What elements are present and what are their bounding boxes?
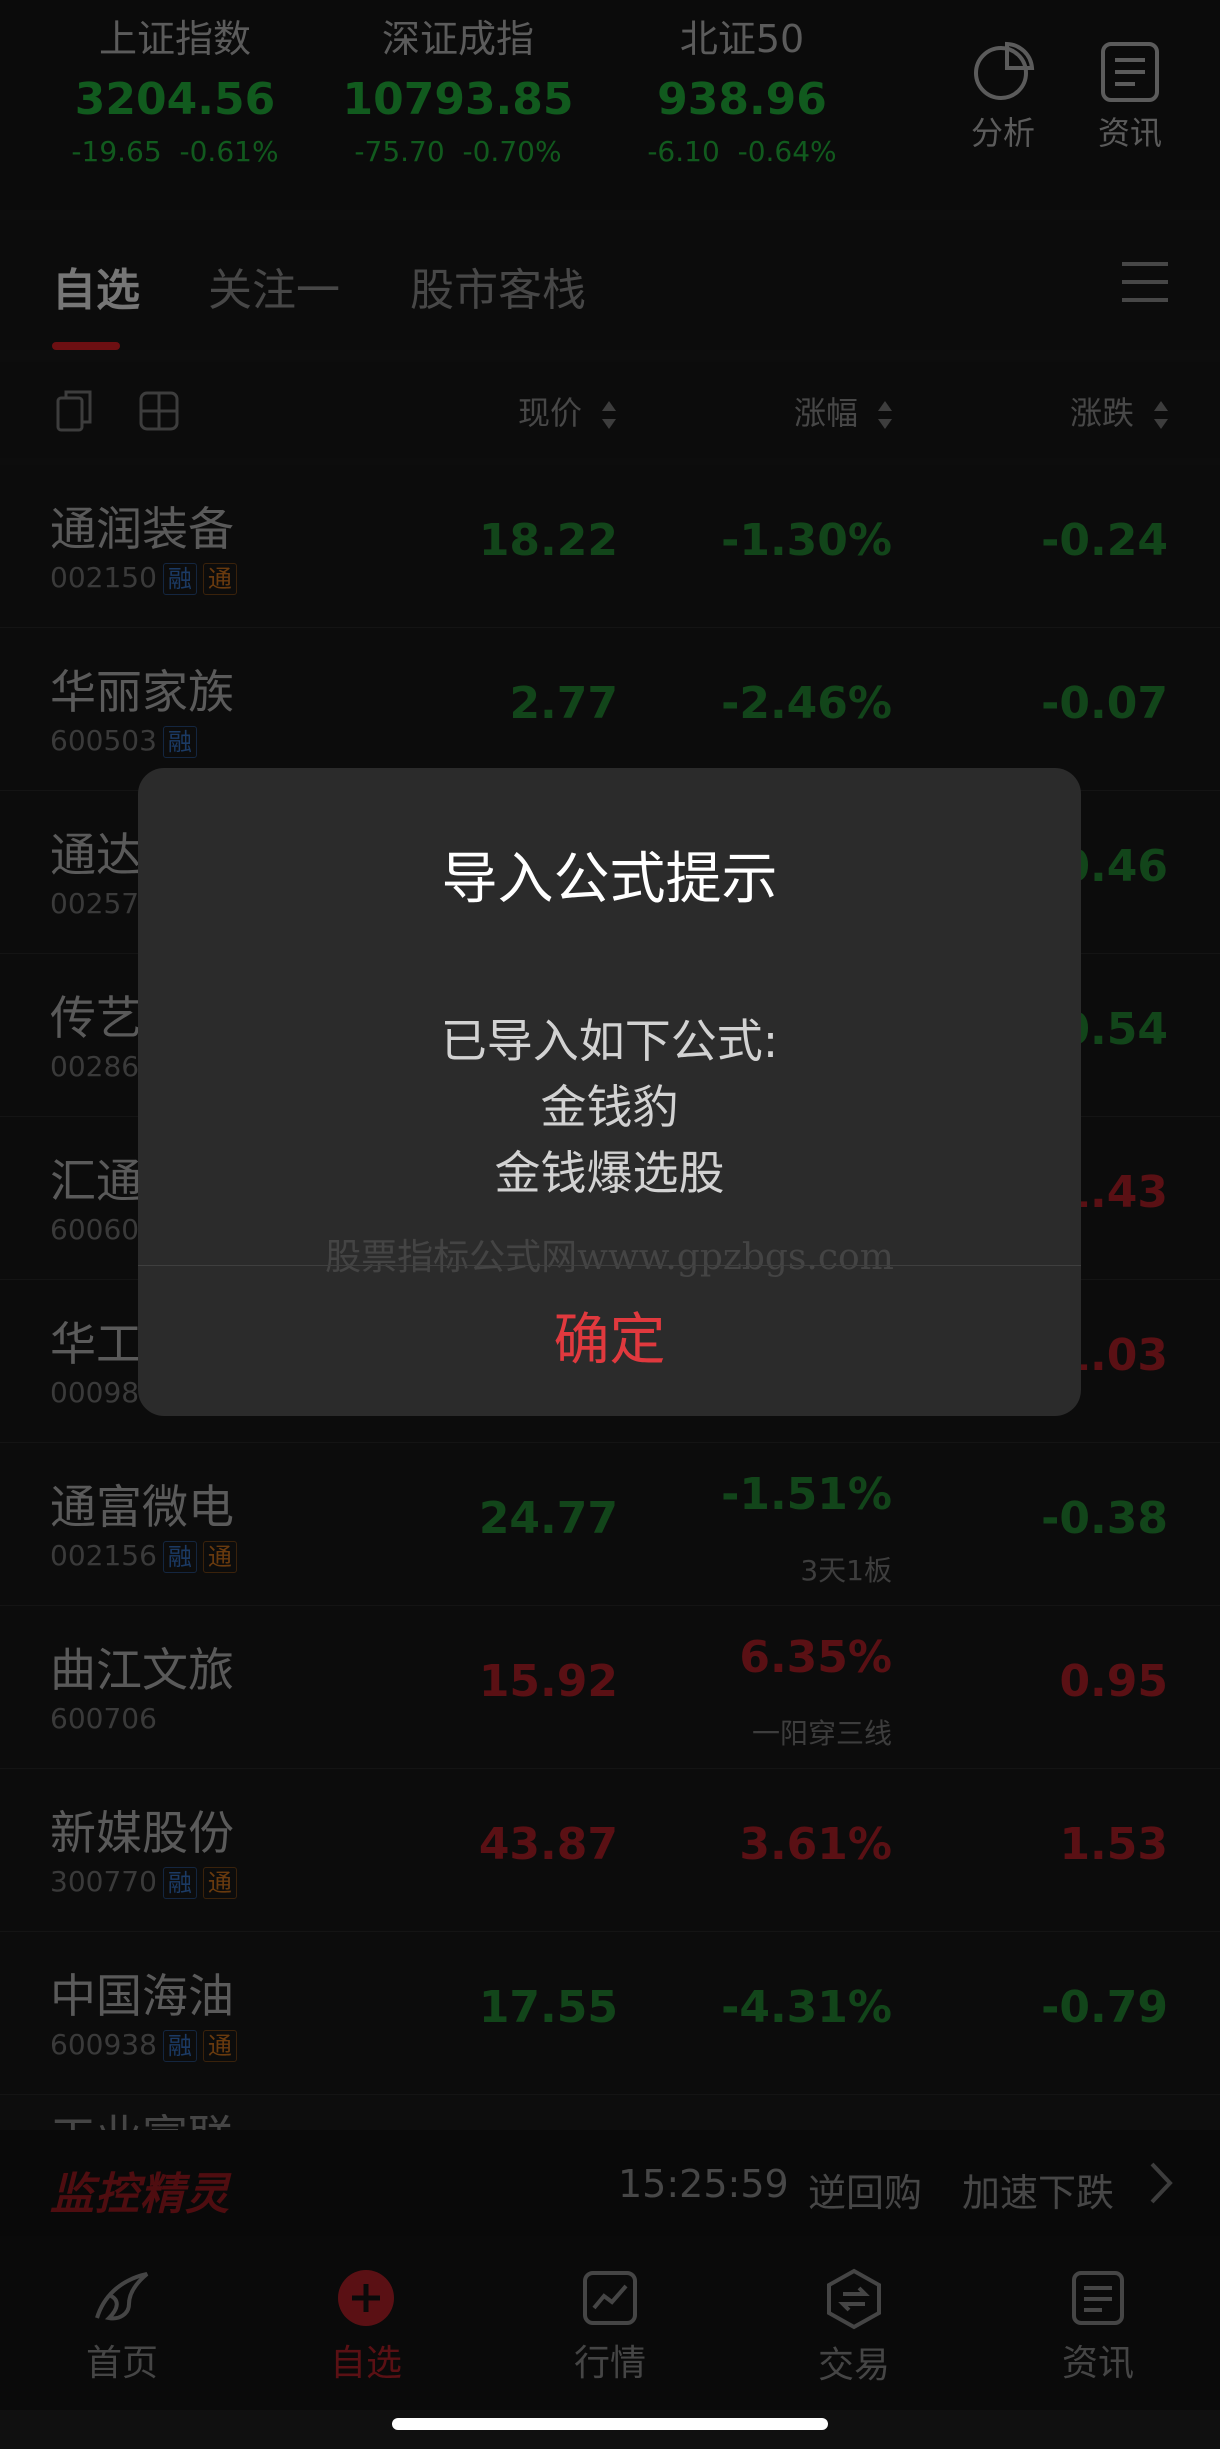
- dialog-message-line: 已导入如下公式:: [440, 1014, 779, 1068]
- dialog-message-line: 金钱爆选股: [494, 1146, 725, 1200]
- app-screen: 上证指数 3204.56 -19.65 -0.61% 深证成指 10793.85…: [0, 0, 1220, 2449]
- dialog-message-line: 金钱豹: [540, 1080, 679, 1134]
- confirm-button[interactable]: 确定: [138, 1265, 1081, 1416]
- dialog-message: 已导入如下公式: 金钱豹 金钱爆选股: [138, 1008, 1081, 1206]
- import-formula-dialog: 导入公式提示 已导入如下公式: 金钱豹 金钱爆选股 股票指标公式网www.gpz…: [138, 768, 1081, 1416]
- dialog-title: 导入公式提示: [441, 847, 778, 912]
- home-indicator: [392, 2418, 828, 2430]
